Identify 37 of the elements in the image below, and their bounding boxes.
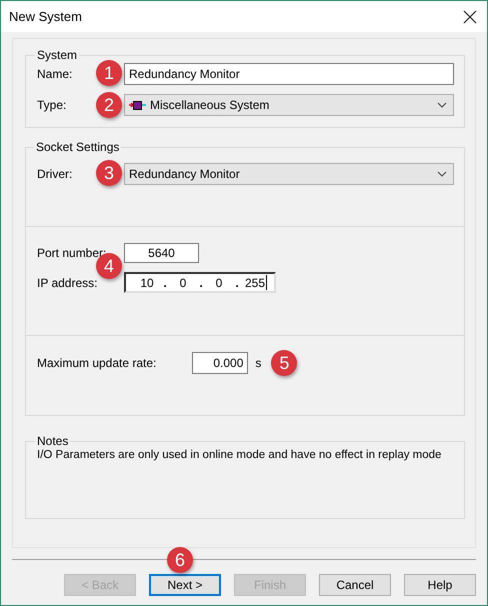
type-dropdown[interactable]: Miscellaneous System — [124, 94, 454, 116]
field-label: Driver: — [37, 167, 72, 181]
module-icon — [129, 98, 146, 112]
notes-text: I/O Parameters are only used in online mode and have no effect in replay mode — [37, 449, 442, 461]
name-field[interactable]: Redundancy Monitor — [124, 63, 454, 85]
ip-octet: 0 — [178, 276, 188, 290]
ip-address-field[interactable]: 10 . 0 . 0 . 255 — [124, 272, 276, 293]
close-icon[interactable] — [463, 10, 477, 24]
ip-octet: 0 — [214, 276, 224, 290]
cancel-button[interactable]: Cancel — [319, 574, 391, 596]
ip-octet: 255 — [244, 276, 266, 290]
group-title: Notes — [36, 434, 70, 448]
text-cursor — [266, 275, 267, 290]
field-label: Maximum update rate: — [37, 356, 156, 370]
ip-octet: 10 — [139, 276, 155, 290]
window-title: New System — [9, 9, 82, 24]
field-label: Type: — [37, 98, 66, 112]
unit-label: s — [255, 356, 262, 370]
update-rate-field[interactable]: 0.000 — [192, 352, 248, 374]
chevron-down-icon — [437, 171, 447, 177]
step-marker: 2 — [96, 92, 122, 118]
octet-separator: . — [234, 276, 240, 290]
group-title: Socket Settings — [35, 140, 120, 154]
group-title: System — [36, 48, 78, 62]
octet-separator: . — [162, 276, 168, 290]
next-button[interactable]: Next > — [149, 574, 221, 596]
field-label: IP address: — [37, 276, 98, 290]
step-marker: 6 — [167, 547, 193, 573]
chevron-down-icon — [437, 102, 447, 108]
field-label: Name: — [37, 67, 72, 81]
step-marker: 3 — [96, 160, 122, 186]
port-field[interactable]: 5640 — [124, 243, 199, 263]
help-button[interactable]: Help — [404, 574, 476, 596]
step-marker: 5 — [271, 350, 298, 376]
octet-separator: . — [198, 276, 204, 290]
step-marker: 1 — [96, 60, 122, 86]
driver-dropdown[interactable]: Redundancy Monitor — [124, 163, 454, 185]
